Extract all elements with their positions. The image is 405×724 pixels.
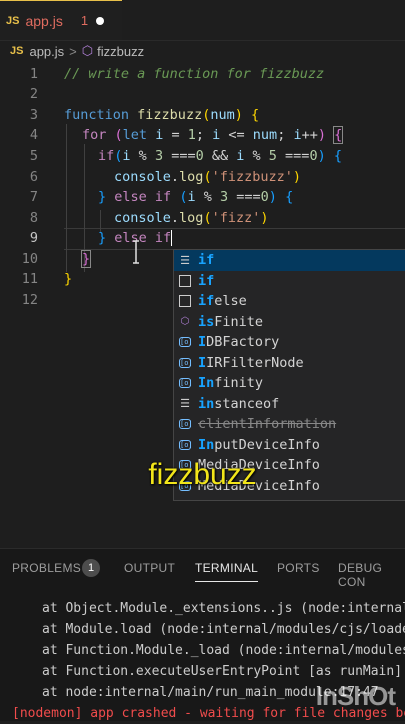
terminal-line: at Function.Module._load (node:internal/… bbox=[42, 643, 405, 658]
suggestion-match: if bbox=[198, 252, 215, 269]
suggestion-item[interactable]: ⬡ is Finite bbox=[174, 312, 405, 333]
suggestion-match: I bbox=[198, 334, 207, 351]
tab-debug-console[interactable]: DEBUG CON bbox=[338, 561, 405, 589]
tab-output[interactable]: OUTPUT bbox=[124, 561, 175, 575]
suggestion-match: if bbox=[198, 272, 215, 289]
suggestion-item[interactable]: ☰ in stanceof bbox=[174, 394, 405, 415]
terminal-line: at Module.load (node:internal/modules/cj… bbox=[42, 622, 405, 637]
code-line: 4 for (let i = 1; i <= num; i++) { bbox=[29, 126, 344, 144]
suggestion-item[interactable]: [o] In putDeviceInfo bbox=[174, 435, 405, 456]
panel-tab-bar: PROBLEMS 1 OUTPUT TERMINAL PORTS DEBUG C… bbox=[0, 549, 405, 589]
suggestion-label: clientInformation bbox=[198, 416, 337, 433]
field-icon: [o] bbox=[179, 378, 193, 389]
js-file-icon: JS bbox=[10, 45, 24, 57]
suggestion-item[interactable]: ☰ if bbox=[174, 250, 405, 271]
suggestion-item[interactable]: if bbox=[174, 271, 405, 292]
code-line: 9} else if bbox=[29, 230, 173, 246]
suggestion-match: if bbox=[198, 293, 215, 310]
field-icon: [o] bbox=[179, 439, 193, 450]
terminal-line: at Function.executeUserEntryPoint [as ru… bbox=[42, 664, 405, 679]
tab-app-js[interactable]: JS app.js 1 bbox=[0, 0, 122, 40]
suggestion-match: I bbox=[198, 354, 207, 371]
tab-ports[interactable]: PORTS bbox=[277, 561, 320, 575]
code-line: 8 console.log('fizz') bbox=[29, 210, 269, 226]
tab-problem-count: 1 bbox=[80, 13, 89, 28]
tab-problems[interactable]: PROBLEMS bbox=[12, 561, 81, 575]
suggestion-match: In bbox=[198, 436, 215, 453]
suggestion-label: DBFactory bbox=[206, 334, 280, 351]
text-cursor-icon bbox=[133, 240, 139, 264]
keyword-icon: ☰ bbox=[180, 397, 190, 411]
unsaved-dot-icon[interactable] bbox=[96, 16, 105, 25]
suggestion-label: else bbox=[214, 293, 247, 310]
suggestion-match: In bbox=[198, 375, 215, 392]
code-line: 1// write a function for fizzbuzz bbox=[29, 66, 325, 82]
suggestion-label: stanceof bbox=[214, 395, 280, 412]
breadcrumb-symbol[interactable]: fizzbuzz bbox=[97, 44, 144, 59]
problems-count-badge: 1 bbox=[82, 559, 100, 577]
tab-label: app.js bbox=[25, 12, 63, 29]
code-line: 2 bbox=[29, 86, 38, 102]
suggestion-item[interactable]: [o] In finity bbox=[174, 373, 405, 394]
watermark-logo: InShOt bbox=[315, 681, 396, 711]
suggestion-label: IRFilterNode bbox=[206, 354, 304, 371]
field-icon: [o] bbox=[179, 419, 193, 430]
suggestion-match: is bbox=[198, 313, 215, 330]
terminal-line: at Object.Module._extensions..js (node:i… bbox=[42, 601, 405, 616]
suggestion-item[interactable]: [o] I DBFactory bbox=[174, 332, 405, 353]
field-icon: [o] bbox=[179, 357, 193, 368]
chevron-right-icon: > bbox=[69, 43, 77, 59]
function-cube-icon: ⬡ bbox=[81, 43, 94, 58]
suggestion-item[interactable]: [o] clientInformation bbox=[174, 414, 405, 435]
tab-terminal[interactable]: TERMINAL bbox=[195, 561, 259, 582]
suggestion-label: Finite bbox=[214, 313, 264, 330]
method-icon: ⬡ bbox=[180, 316, 190, 328]
suggestion-item[interactable]: if else bbox=[174, 291, 405, 312]
suggestion-item[interactable]: [o] I IRFilterNode bbox=[174, 353, 405, 374]
snippet-icon bbox=[178, 274, 192, 288]
code-line: 3 function fizzbuzz(num) { bbox=[29, 107, 260, 123]
suggestion-match: in bbox=[198, 395, 215, 412]
suggestion-label: finity bbox=[214, 375, 264, 392]
js-file-icon: JS bbox=[6, 14, 20, 27]
code-line: 6 console.log('fizzbuzz') bbox=[29, 169, 301, 185]
code-line: 7} else if (i % 3 ===0) { bbox=[29, 189, 294, 205]
breadcrumb-file[interactable]: app.js bbox=[29, 44, 64, 59]
field-icon: [o] bbox=[179, 337, 193, 348]
breadcrumb: JS app.js > ⬡ fizzbuzz bbox=[0, 40, 144, 62]
editor-tab-bar: JS app.js 1 bbox=[0, 0, 405, 41]
video-caption: fizzbuzz bbox=[148, 458, 257, 491]
code-line: 5 if(i % 3 ===0 && i % 5 ===0) { bbox=[29, 148, 342, 164]
snippet-icon bbox=[178, 294, 192, 308]
suggestion-label: putDeviceInfo bbox=[214, 436, 320, 453]
keyword-icon: ☰ bbox=[180, 253, 190, 267]
